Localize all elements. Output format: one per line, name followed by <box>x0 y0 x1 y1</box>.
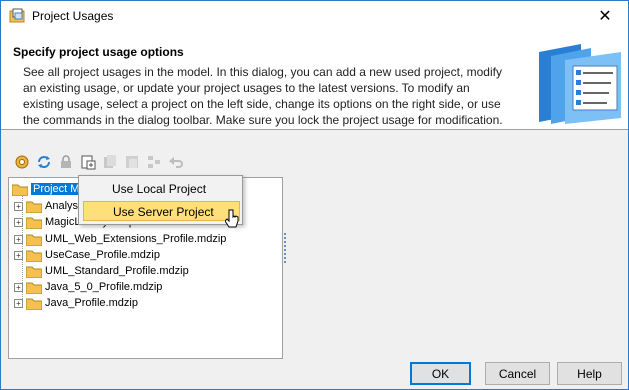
tree-item-label: Java_Profile.mdzip <box>45 297 138 309</box>
close-button[interactable]: ✕ <box>582 1 628 31</box>
copy-icon <box>104 155 116 168</box>
header-description: See all project usages in the model. In … <box>23 65 503 127</box>
header-title: Specify project usage options <box>13 45 184 59</box>
tree-item-java-profile[interactable]: + Java_Profile.mdzip <box>14 295 138 311</box>
tree-item-label: Analys <box>45 200 79 212</box>
header-panel: Specify project usage options See all pr… <box>1 32 628 130</box>
menu-item-use-server-project[interactable]: Use Server Project <box>83 201 240 221</box>
undo-button[interactable] <box>167 153 185 171</box>
paste-button[interactable] <box>123 153 141 171</box>
tree-item-label: UML_Standard_Profile.mdzip <box>45 265 189 277</box>
tree-item-label: UseCase_Profile.mdzip <box>45 249 160 261</box>
add-project-menu: Use Local Project Use Server Project <box>78 175 243 225</box>
folder-icon <box>12 184 28 196</box>
tree-item-uml-standard-profile[interactable]: UML_Standard_Profile.mdzip <box>26 263 189 279</box>
hierarchy-button[interactable] <box>145 153 163 171</box>
folder-icon <box>26 217 42 229</box>
ok-button[interactable]: OK <box>410 362 471 385</box>
mouse-cursor-icon <box>225 209 239 228</box>
hierarchy-icon <box>148 156 160 168</box>
folder-icon <box>26 234 42 246</box>
dialog-toolbar <box>13 151 185 173</box>
cancel-button[interactable]: Cancel <box>485 362 550 385</box>
expand-icon[interactable]: + <box>14 298 23 308</box>
tree-item-analysis[interactable]: + Analys <box>14 198 78 214</box>
expand-icon[interactable]: + <box>14 201 23 211</box>
expand-icon[interactable]: + <box>14 234 23 244</box>
expand-icon[interactable]: + <box>14 250 23 260</box>
tree-item-uml-web-extensions[interactable]: + UML_Web_Extensions_Profile.mdzip <box>14 231 226 247</box>
close-icon: ✕ <box>598 8 612 25</box>
folder-icon <box>26 250 42 262</box>
tree-item-label: Java_5_0_Profile.mdzip <box>45 281 163 293</box>
folder-icon <box>26 201 42 213</box>
options-button[interactable] <box>13 153 31 171</box>
tree-item-java-5-profile[interactable]: + Java_5_0_Profile.mdzip <box>14 279 162 295</box>
copy-button[interactable] <box>101 153 119 171</box>
add-project-icon <box>81 155 96 170</box>
folder-icon <box>26 298 42 310</box>
menu-item-use-local-project[interactable]: Use Local Project <box>83 179 240 199</box>
expand-icon[interactable]: + <box>14 217 23 227</box>
folder-icon <box>26 266 42 278</box>
tree-root[interactable]: Project Ma <box>12 181 88 197</box>
project-usages-icon <box>9 8 25 23</box>
project-usages-dialog: Project Usages ✕ Specify project usage o… <box>0 0 629 390</box>
tree-item-usecase-profile[interactable]: + UseCase_Profile.mdzip <box>14 247 160 263</box>
title-bar: Project Usages ✕ <box>1 1 628 32</box>
paste-icon <box>126 156 138 168</box>
expand-icon[interactable]: + <box>14 282 23 292</box>
undo-icon <box>169 157 183 168</box>
gear-icon <box>15 155 29 169</box>
dialog-illustration-icon <box>539 44 621 124</box>
folder-icon <box>26 282 42 294</box>
lock-icon <box>61 155 71 168</box>
lock-button[interactable] <box>57 153 75 171</box>
tree-item-label: UML_Web_Extensions_Profile.mdzip <box>45 233 227 245</box>
refresh-icon <box>38 156 50 168</box>
panel-splitter[interactable] <box>284 233 286 263</box>
add-project-button[interactable] <box>79 153 97 171</box>
window-title: Project Usages <box>32 9 114 23</box>
help-button[interactable]: Help <box>557 362 622 385</box>
refresh-button[interactable] <box>35 153 53 171</box>
